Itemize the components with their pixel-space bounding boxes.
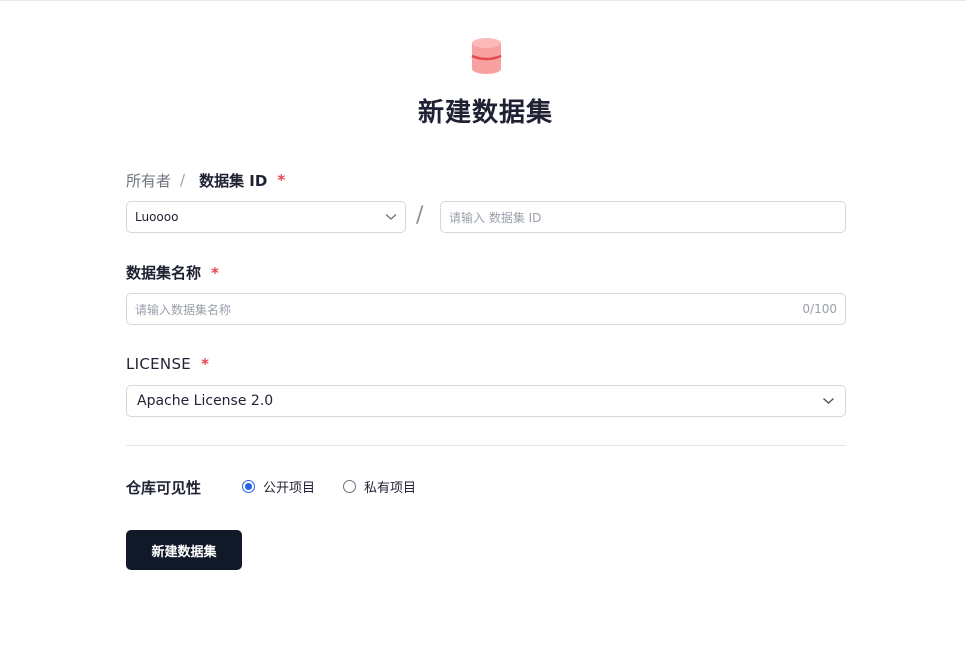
- dataset-name-label: 数据集名称 *: [126, 262, 219, 283]
- chevron-down-icon: [385, 214, 397, 220]
- page-title: 新建数据集: [417, 98, 553, 128]
- radio-private-label: 私有项目: [364, 481, 417, 496]
- owner-dataset-id-label: 所有者 / 数据集 ID *: [126, 170, 285, 190]
- create-dataset-page: 新建数据集 所有者 / 数据集 ID * Luoooo / 请输入 数据集 ID…: [0, 0, 966, 659]
- required-mark: *: [211, 263, 219, 282]
- radio-private[interactable]: 私有项目: [343, 477, 416, 496]
- required-mark: *: [277, 171, 286, 189]
- radio-public[interactable]: 公开项目: [242, 477, 315, 496]
- owner-label: 所有者: [126, 171, 172, 190]
- license-label-text: LICENSE: [126, 355, 192, 373]
- owner-id-slash: /: [416, 203, 424, 228]
- char-counter: 0/100: [802, 302, 837, 316]
- dataset-name-input[interactable]: 请输入数据集名称 0/100: [126, 293, 846, 325]
- radio-private-button[interactable]: [343, 480, 356, 493]
- dataset-name-label-text: 数据集名称: [126, 264, 202, 282]
- create-dataset-button[interactable]: 新建数据集: [126, 530, 242, 570]
- owner-select[interactable]: Luoooo: [126, 201, 406, 233]
- license-label: LICENSE *: [126, 355, 209, 373]
- dataset-name-placeholder: 请输入数据集名称: [135, 302, 232, 317]
- label-separator: /: [180, 171, 186, 189]
- license-select-value: Apache License 2.0: [137, 393, 274, 409]
- radio-public-label: 公开项目: [263, 481, 316, 496]
- database-icon: [471, 37, 502, 75]
- dataset-id-label: 数据集 ID: [199, 171, 268, 190]
- radio-public-button[interactable]: [242, 480, 255, 493]
- visibility-label: 仓库可见性: [126, 479, 202, 497]
- required-mark: *: [201, 355, 210, 373]
- license-select[interactable]: Apache License 2.0: [126, 385, 846, 417]
- chevron-down-icon: [823, 397, 834, 404]
- owner-select-value: Luoooo: [135, 210, 179, 224]
- top-border: [0, 0, 966, 1]
- section-divider: [126, 445, 846, 446]
- dataset-id-placeholder: 请输入 数据集 ID: [449, 210, 542, 225]
- dataset-id-input[interactable]: 请输入 数据集 ID: [440, 201, 846, 233]
